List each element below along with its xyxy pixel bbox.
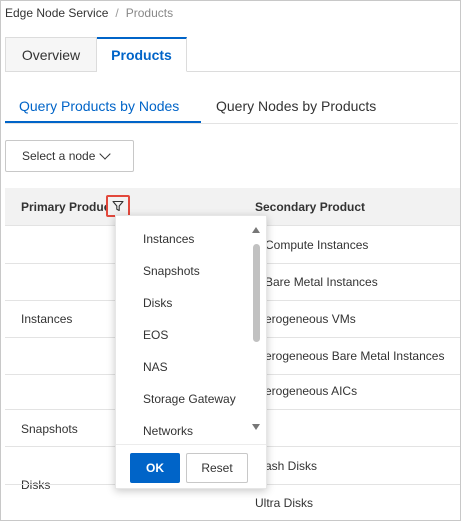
tab-products[interactable]: Products [97,37,187,72]
scrollbar-thumb[interactable] [253,244,260,342]
reset-button[interactable]: Reset [186,453,248,483]
tab-overview[interactable]: Overview [5,37,97,72]
filter-option[interactable]: NAS [143,360,168,374]
main-tabs: Overview Products [5,37,187,72]
filter-button[interactable] [106,195,130,217]
column-header-secondary-product: Secondary Product [255,200,366,214]
node-select-label: Select a node [22,149,96,163]
subtab-baseline [5,123,458,124]
scroll-down-arrow-icon[interactable] [252,424,260,430]
table-cell-primary: Disks [21,478,51,492]
node-select[interactable]: Select a node [5,140,134,172]
breadcrumb-current: Products [125,6,174,20]
table-cell-secondary: 6 Compute Instances [255,238,369,252]
filter-option[interactable]: Snapshots [143,264,200,278]
breadcrumb-root[interactable]: Edge Node Service [5,6,108,20]
ok-button[interactable]: OK [130,453,180,483]
table-cell-secondary: 6 Bare Metal Instances [255,275,378,289]
table-cell-secondary: Ultra Disks [255,496,314,510]
page-frame: Edge Node Service / Products Overview Prod… [0,0,461,521]
subtab-active-indicator [5,121,201,123]
table-cell-primary: Snapshots [21,422,78,436]
breadcrumb-separator: / [115,6,119,20]
breadcrumb: Edge Node Service / Products [5,6,173,20]
filter-dropdown: Instances Snapshots Disks EOS NAS Storag… [115,215,267,489]
filter-option[interactable]: EOS [143,328,168,342]
filter-option[interactable]: Networks [143,424,193,438]
table-cell-secondary: eterogeneous AICs [255,384,358,398]
table-cell-secondary: eterogeneous VMs [255,312,356,326]
filter-icon [112,200,124,212]
tabs-divider [187,71,460,72]
table-cell-secondary: eterogeneous Bare Metal Instances [255,349,445,363]
filter-option[interactable]: Storage Gateway [143,392,236,406]
filter-option[interactable]: Instances [143,232,194,246]
filter-option[interactable]: Disks [143,296,172,310]
filter-option-list: Instances Snapshots Disks EOS NAS Storag… [116,216,256,440]
filter-dropdown-footer: OK Reset [116,444,266,488]
scroll-up-arrow-icon[interactable] [252,227,260,233]
subtab-query-products-by-nodes[interactable]: Query Products by Nodes [19,91,179,122]
chevron-down-icon [99,147,112,160]
subtab-query-nodes-by-products[interactable]: Query Nodes by Products [216,91,376,122]
table-cell-primary: Instances [21,312,73,326]
